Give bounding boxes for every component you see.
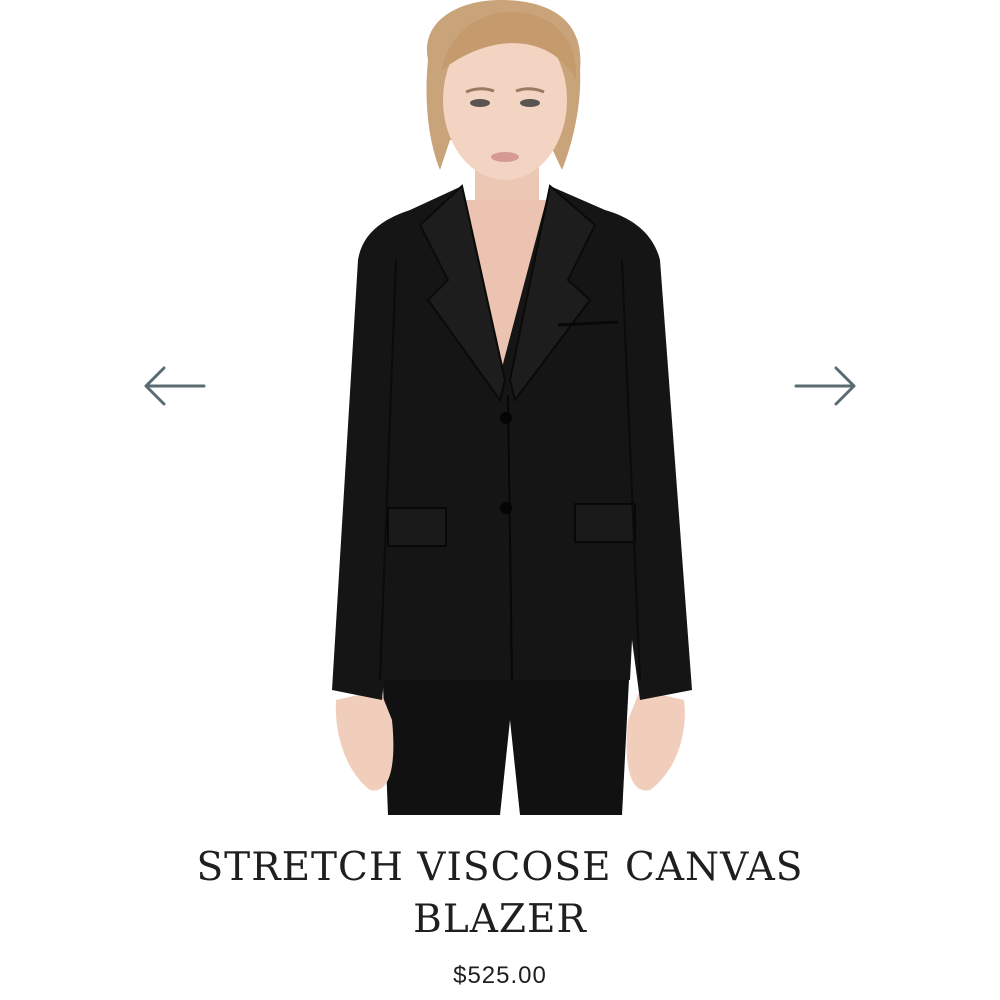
eye-left [470, 99, 490, 107]
next-image-button[interactable] [792, 362, 860, 410]
product-title: STRETCH VISCOSE CANVAS BLAZER [100, 842, 900, 946]
hand-left [335, 690, 394, 791]
arrow-right-icon [794, 366, 856, 406]
trousers [382, 660, 630, 815]
previous-image-button[interactable] [140, 362, 208, 410]
product-title-line2: BLAZER [413, 897, 587, 942]
arrow-left-icon [144, 366, 206, 406]
button-top [500, 412, 512, 424]
hand-right [626, 690, 685, 791]
pocket-left [387, 507, 447, 547]
model-illustration [332, 0, 692, 815]
eye-right [520, 99, 540, 107]
pocket-right [574, 503, 636, 543]
product-image [300, 0, 720, 815]
lips [491, 152, 519, 162]
button-bottom [500, 502, 512, 514]
product-title-line1: STRETCH VISCOSE CANVAS [196, 845, 804, 890]
product-price: $525.00 [453, 962, 547, 989]
